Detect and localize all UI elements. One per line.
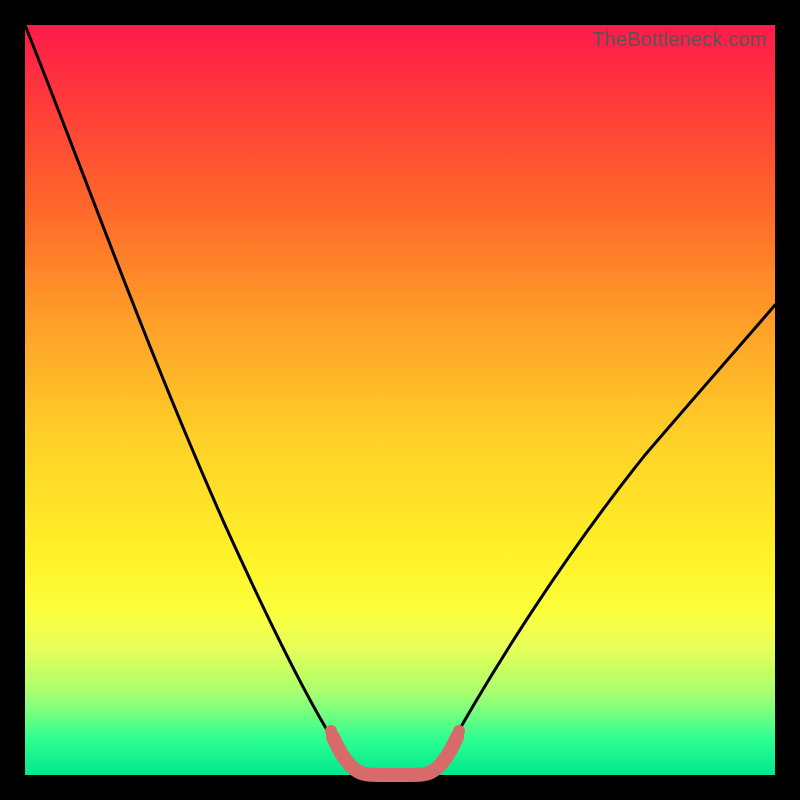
trough-dots (325, 725, 465, 767)
bottleneck-curve (25, 25, 775, 775)
curve-path (25, 25, 775, 774)
trough-marker (333, 737, 457, 775)
chart-frame: TheBottleneck.com (0, 0, 800, 800)
chart-plot-area: TheBottleneck.com (25, 25, 775, 775)
